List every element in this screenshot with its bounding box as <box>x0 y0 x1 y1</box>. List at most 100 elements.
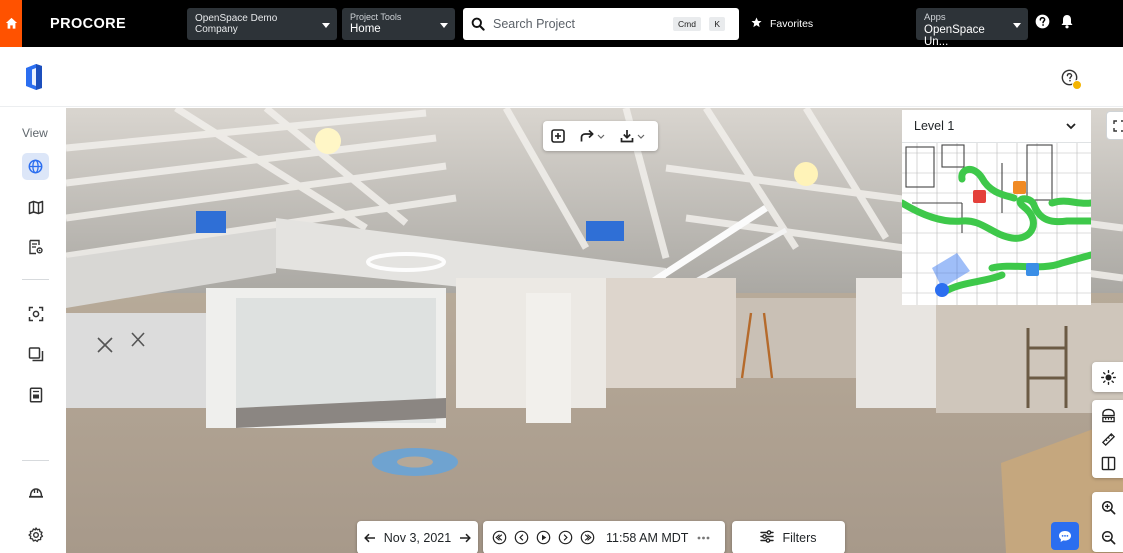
level-select[interactable]: Level 1 <box>902 110 1091 143</box>
zoom-in-button[interactable] <box>1092 492 1123 522</box>
skip-back-icon <box>492 530 507 545</box>
skip-first-button[interactable] <box>490 528 509 547</box>
previous-button[interactable] <box>512 528 531 547</box>
filter-sliders-icon <box>760 529 775 546</box>
split-view-button[interactable] <box>1092 451 1123 475</box>
add-button[interactable] <box>543 121 573 151</box>
report-icon <box>29 386 42 403</box>
openspace-logo[interactable] <box>22 63 46 91</box>
view-toolbar <box>543 121 658 151</box>
split-view-icon <box>1101 456 1115 470</box>
share-icon <box>580 129 605 142</box>
star-icon <box>751 17 762 31</box>
sidebar-item-focus[interactable] <box>22 300 49 327</box>
notification-badge <box>1072 80 1082 90</box>
project-tools-label: Project Tools <box>350 11 402 22</box>
company-label: OpenSpace Demo Company <box>195 12 278 35</box>
playback-controls: 11:58 AM MDT <box>483 521 725 553</box>
share-button[interactable] <box>573 121 613 151</box>
next-button[interactable] <box>556 528 575 547</box>
skip-last-button[interactable] <box>578 528 597 547</box>
view-label: View <box>22 126 48 140</box>
floor-plan-image <box>902 143 1091 305</box>
sidebar-item-map[interactable] <box>22 194 49 221</box>
search-input[interactable] <box>493 16 663 31</box>
chevron-down-icon <box>1013 23 1021 28</box>
zoom-controls <box>1092 492 1123 552</box>
compare-icon <box>28 346 43 361</box>
apps-label: Apps <box>924 12 946 23</box>
sidebar-divider <box>22 460 49 461</box>
add-icon <box>551 129 565 143</box>
more-options-icon[interactable] <box>697 536 710 540</box>
help-notifications-button[interactable] <box>1061 69 1085 93</box>
search-icon <box>471 17 485 31</box>
home-icon <box>5 17 17 29</box>
sidebar-item-360-view[interactable] <box>22 153 49 180</box>
chevron-right-icon <box>558 530 573 545</box>
project-tools-select[interactable]: Project Tools Home <box>342 7 455 40</box>
sidebar-item-settings[interactable] <box>22 521 49 548</box>
sidebar-item-field-notes[interactable] <box>22 233 49 260</box>
arrow-right-icon[interactable] <box>459 533 471 543</box>
sidebar-divider <box>22 279 49 280</box>
date-navigator: Nov 3, 2021 <box>357 521 478 553</box>
panorama-viewer[interactable]: Level 1 Nov 3, 2021 11:58 AM MDT Filters <box>66 108 1123 553</box>
tape-measure-button[interactable] <box>1092 427 1123 451</box>
focus-icon <box>28 306 43 321</box>
chevron-down-icon <box>440 22 448 28</box>
zoom-out-icon <box>1101 530 1115 544</box>
favorites-button[interactable]: Favorites <box>751 17 813 31</box>
measure-icon <box>1101 408 1115 422</box>
measure-button[interactable] <box>1092 403 1123 427</box>
company-select[interactable]: OpenSpace Demo Company <box>187 7 337 40</box>
chevron-down-icon <box>1066 123 1076 130</box>
helmet-icon <box>28 488 43 498</box>
map-icon <box>28 200 43 215</box>
sidebar-item-safety[interactable] <box>22 480 49 507</box>
shortcut-key-k: K <box>709 16 725 31</box>
play-icon <box>536 530 551 545</box>
bell-icon[interactable] <box>1060 14 1074 29</box>
download-button[interactable] <box>613 121 653 151</box>
zoom-in-icon <box>1101 500 1115 514</box>
project-tools-value: Home <box>350 22 381 35</box>
apps-select[interactable]: Apps OpenSpace Un... <box>916 8 1028 48</box>
download-icon <box>620 130 645 143</box>
gear-icon <box>27 526 43 542</box>
search-bar[interactable]: Cmd K <box>463 7 739 40</box>
top-header: PROCORE OpenSpace Demo Company Project T… <box>0 0 1123 48</box>
filters-button[interactable]: Filters <box>732 521 845 553</box>
minimap-panel: Level 1 <box>902 110 1091 305</box>
capture-date[interactable]: Nov 3, 2021 <box>384 531 451 545</box>
brightness-icon <box>1100 369 1116 385</box>
view-sidebar: View <box>0 107 66 553</box>
expand-icon <box>1112 119 1123 132</box>
chat-button[interactable] <box>1051 522 1079 550</box>
zoom-out-button[interactable] <box>1092 522 1123 552</box>
home-button[interactable] <box>0 0 22 47</box>
sidebar-item-compare[interactable] <box>22 340 49 367</box>
apps-value: OpenSpace Un... <box>924 24 985 48</box>
skip-forward-icon <box>580 530 595 545</box>
filters-label: Filters <box>782 530 817 545</box>
brightness-button[interactable] <box>1092 362 1123 392</box>
level-select-value: Level 1 <box>914 119 955 133</box>
shortcut-key-cmd: Cmd <box>673 16 701 31</box>
play-button[interactable] <box>534 528 553 547</box>
fullscreen-button[interactable] <box>1106 111 1123 140</box>
list-settings-icon <box>28 239 43 254</box>
measure-tools-group <box>1092 400 1123 478</box>
help-icon[interactable] <box>1035 14 1050 29</box>
procore-logo[interactable]: PROCORE <box>50 16 155 32</box>
capture-time[interactable]: 11:58 AM MDT <box>606 531 688 545</box>
favorites-label: Favorites <box>770 17 814 30</box>
ruler-icon <box>1101 432 1115 446</box>
sidebar-item-reports[interactable] <box>22 381 49 408</box>
chat-icon <box>1059 530 1071 542</box>
chevron-left-icon <box>514 530 529 545</box>
chevron-down-icon <box>322 22 330 28</box>
floor-plan-map[interactable] <box>902 143 1091 305</box>
arrow-left-icon[interactable] <box>364 533 376 543</box>
globe-icon <box>28 159 43 174</box>
